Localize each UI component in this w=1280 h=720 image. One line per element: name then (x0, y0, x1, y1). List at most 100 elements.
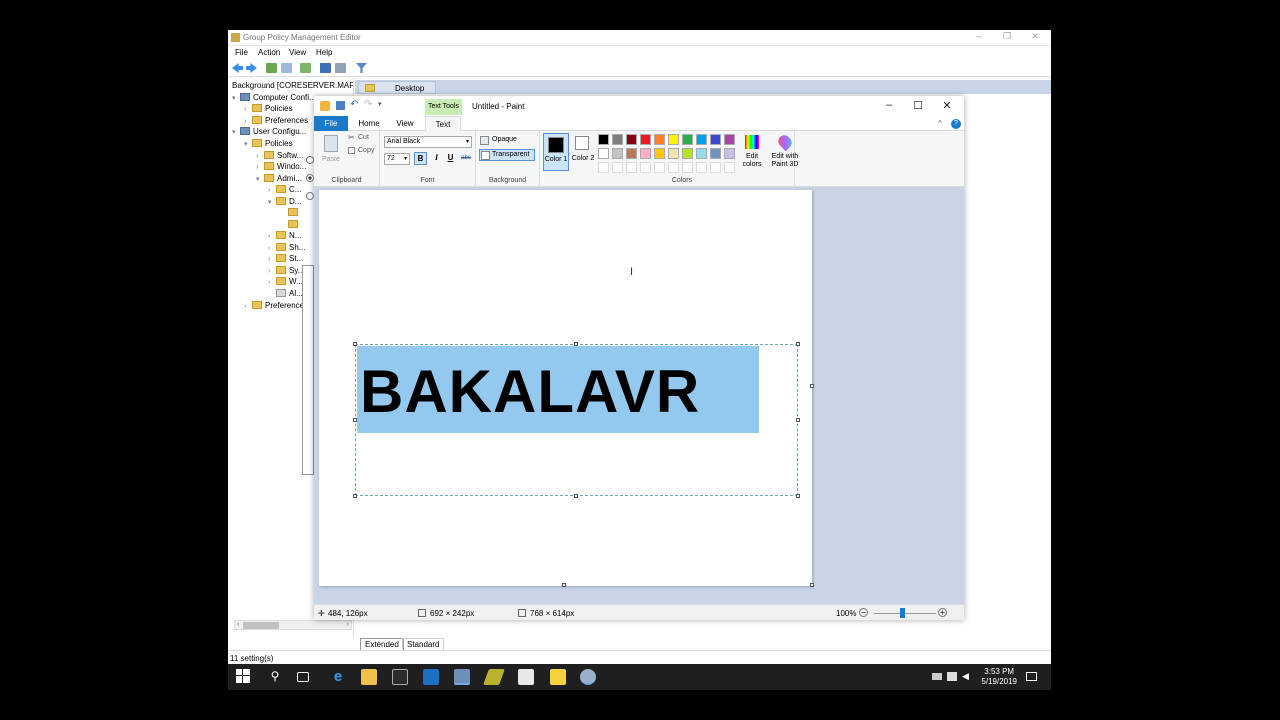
tree-root[interactable]: Background [CORESERVER.MAF (232, 80, 353, 91)
gpme-restore-button[interactable]: ❐ (996, 31, 1018, 43)
palette-swatch[interactable] (696, 134, 707, 145)
paint3d-button[interactable]: Edit with Paint 3D (768, 132, 802, 173)
scroll-thumb[interactable] (243, 622, 279, 629)
canvas-resize-handle[interactable] (810, 384, 814, 388)
zoom-out-icon[interactable]: − (859, 608, 868, 617)
tab-view[interactable]: View (388, 116, 422, 131)
help-icon[interactable] (320, 63, 331, 73)
palette-swatch[interactable] (654, 148, 665, 159)
zoom-slider-track[interactable] (874, 613, 936, 614)
palette-swatch[interactable] (612, 148, 623, 159)
resize-handle[interactable] (796, 494, 800, 498)
tab-home[interactable]: Home (352, 116, 386, 131)
save-icon[interactable] (336, 101, 345, 110)
palette-swatch[interactable] (724, 134, 735, 145)
tree-user-config[interactable]: ▾ User Configu... (232, 126, 306, 137)
canvas-resize-handle[interactable] (562, 583, 566, 587)
tree-n[interactable]: › N... (268, 230, 301, 241)
app-icon[interactable] (483, 669, 505, 685)
resize-handle[interactable] (574, 494, 578, 498)
file-explorer-icon[interactable] (361, 669, 377, 685)
desktop-tab[interactable]: Desktop (358, 81, 436, 94)
palette-swatch[interactable] (612, 162, 623, 173)
paint-minimize-button[interactable]: – (874, 99, 904, 113)
tree-st[interactable]: › St... (268, 253, 303, 264)
radio-option-selected[interactable] (306, 174, 314, 182)
notes-icon[interactable] (550, 669, 566, 685)
palette-swatch[interactable] (710, 162, 721, 173)
powershell-icon[interactable] (423, 669, 439, 685)
palette-swatch[interactable] (724, 162, 735, 173)
selection-rectangle[interactable] (353, 342, 800, 498)
gpme-menu-view[interactable]: View (289, 48, 306, 57)
resize-handle[interactable] (353, 342, 357, 346)
forward-icon[interactable] (246, 63, 257, 73)
copy-button[interactable]: Copy (358, 147, 374, 154)
palette-swatch[interactable] (654, 162, 665, 173)
resize-handle[interactable] (353, 418, 357, 422)
paste-icon[interactable] (324, 135, 338, 152)
server-manager-icon[interactable] (454, 669, 470, 685)
tree-hscroll[interactable]: ‹ › (234, 620, 352, 630)
tree-computer-config[interactable]: ▾ Computer Confi... (232, 92, 316, 103)
tree-w[interactable]: › W... (268, 276, 303, 287)
gpme-menu-file[interactable]: File (235, 48, 248, 57)
palette-swatch[interactable] (598, 148, 609, 159)
show-tree-icon[interactable] (281, 63, 292, 73)
gpme-menu-help[interactable]: Help (316, 48, 332, 57)
undo-icon[interactable]: ↶ (350, 99, 358, 110)
palette-swatch[interactable] (640, 134, 651, 145)
color1-button[interactable]: Color 1 (543, 133, 569, 171)
tree-user-policies[interactable]: ▾ Policies (244, 138, 293, 149)
tab-text[interactable]: Text (425, 116, 461, 131)
palette-swatch[interactable] (668, 134, 679, 145)
canvas[interactable]: BAKALAVR I (319, 190, 812, 586)
gpme-close-button[interactable]: ✕ (1024, 31, 1046, 43)
up-folder-icon[interactable] (266, 63, 277, 73)
tree-windows[interactable]: › Windo... (256, 161, 306, 172)
tree-al[interactable]: Al... (276, 288, 303, 299)
scroll-right-icon[interactable]: › (347, 621, 349, 628)
tree-user-preferences[interactable]: › Preferences (244, 300, 308, 311)
task-view-icon[interactable] (297, 672, 309, 682)
palette-swatch[interactable] (682, 134, 693, 145)
paint-maximize-button[interactable]: ☐ (903, 99, 933, 113)
tree-d[interactable]: ▾ D... (268, 196, 301, 207)
volume-muted-icon[interactable]: ◀ (962, 671, 969, 682)
zoom-in-icon[interactable]: + (938, 608, 947, 617)
palette-swatch[interactable] (598, 134, 609, 145)
search-icon[interactable]: ⚲ (267, 669, 283, 685)
tree-admin[interactable]: ▾ Admi... (256, 173, 302, 184)
tab-extended[interactable]: Extended (360, 638, 404, 650)
redo-icon[interactable]: ↷ (364, 99, 372, 110)
palette-swatch[interactable] (612, 134, 623, 145)
notepad-icon[interactable] (518, 669, 534, 685)
palette-swatch[interactable] (640, 162, 651, 173)
tree-c[interactable]: › C... (268, 184, 301, 195)
back-icon[interactable] (232, 63, 243, 73)
radio-option[interactable] (306, 156, 314, 164)
palette-swatch[interactable] (724, 148, 735, 159)
edit-colors-button[interactable]: Edit colors (740, 133, 764, 173)
tab-file[interactable]: File (314, 116, 348, 131)
network-icon[interactable] (932, 673, 942, 680)
palette-swatch[interactable] (598, 162, 609, 173)
palette-swatch[interactable] (640, 148, 651, 159)
tree-computer-policies[interactable]: › Policies (244, 103, 293, 114)
italic-button[interactable]: I (430, 152, 443, 165)
paste-button[interactable]: Paste (322, 156, 340, 163)
bold-button[interactable]: B (414, 152, 427, 165)
tree-sy[interactable]: › Sy... (268, 265, 304, 276)
strikethrough-button[interactable]: abc (458, 152, 474, 165)
tab-standard[interactable]: Standard (402, 638, 445, 650)
filter-icon[interactable] (356, 63, 367, 73)
paint-help-icon[interactable]: ? (951, 119, 961, 129)
collapse-ribbon-icon[interactable]: ^ (938, 119, 942, 128)
clock[interactable]: 3:53 PM 5/19/2019 (981, 667, 1017, 687)
palette-swatch[interactable] (626, 162, 637, 173)
export-icon[interactable] (300, 63, 311, 73)
paint-close-button[interactable]: ✕ (932, 99, 962, 113)
palette-swatch[interactable] (682, 148, 693, 159)
tray-icon[interactable] (947, 672, 957, 681)
radio-option[interactable] (306, 192, 314, 200)
